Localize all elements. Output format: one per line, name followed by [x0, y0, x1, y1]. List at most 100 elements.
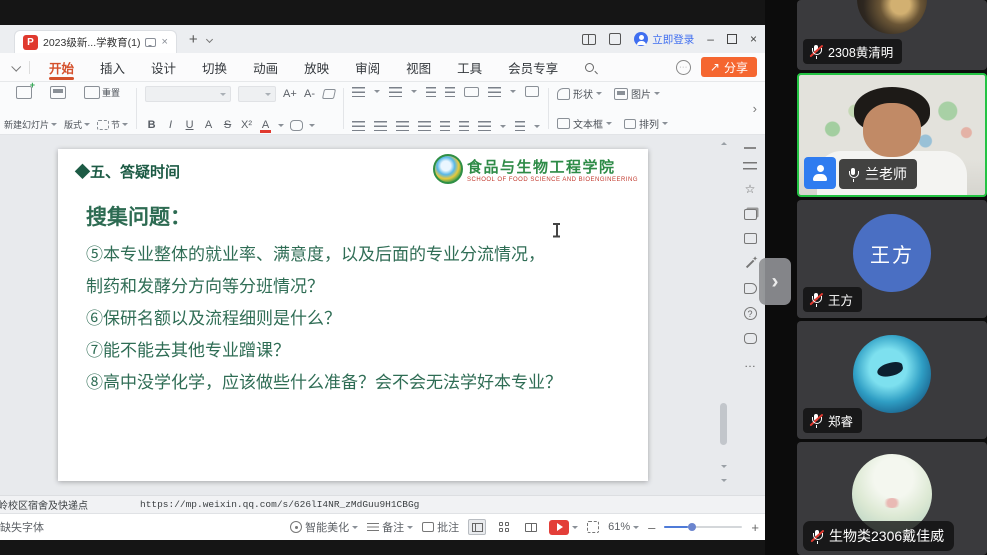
tab-view[interactable]: 视图	[393, 53, 444, 82]
tab-member[interactable]: 会员专享	[495, 53, 571, 82]
shapes-button[interactable]: 形状	[557, 86, 602, 101]
strikethrough-button[interactable]: S	[221, 119, 234, 131]
decrease-indent-icon[interactable]	[426, 87, 436, 97]
zoom-out-button[interactable]: –	[648, 520, 655, 535]
tab-tools[interactable]: 工具	[444, 53, 495, 82]
sort-text-icon[interactable]	[488, 87, 501, 97]
convert-smartart-icon[interactable]	[525, 86, 539, 97]
scrollbar-thumb[interactable]	[720, 403, 727, 445]
normal-view-button[interactable]	[468, 519, 486, 535]
arrange-button[interactable]: 排列	[624, 116, 668, 131]
tab-list-chevron-icon[interactable]	[206, 35, 213, 42]
clear-format-icon[interactable]	[322, 89, 336, 99]
tab-slideshow[interactable]: 放映	[291, 53, 342, 82]
zoom-slider[interactable]	[664, 526, 742, 528]
notes-url[interactable]: https://mp.weixin.qq.com/s/626lI4NR_zMdG…	[140, 499, 419, 510]
slide[interactable]: ◆五、答疑时间 食品与生物工程学院 SCHOOL OF FOOD SCIENCE…	[58, 149, 648, 481]
bold-button[interactable]: B	[145, 119, 158, 131]
new-slide-button[interactable]: 新建幻灯片	[4, 118, 57, 131]
line-spacing-icon[interactable]	[478, 121, 491, 131]
object-properties-icon[interactable]	[743, 162, 757, 170]
collapse-pane-icon[interactable]	[744, 147, 756, 149]
favorites-star-icon[interactable]: ☆	[743, 183, 757, 196]
distribute-icon[interactable]	[440, 121, 450, 131]
column-icon[interactable]	[459, 121, 469, 131]
profile-button[interactable]	[804, 157, 836, 189]
align-center-icon[interactable]	[374, 121, 387, 131]
participant-tile-huangqingming[interactable]: 2308黄清明	[797, 0, 987, 70]
share-button[interactable]: ↗ 分享	[701, 57, 757, 77]
new-tab-button[interactable]: +	[189, 31, 198, 48]
tab-home[interactable]: 开始	[36, 53, 87, 82]
previous-slide-icon[interactable]	[721, 465, 727, 471]
shrink-font-button[interactable]: A-	[303, 88, 316, 100]
tab-transition[interactable]: 切换	[189, 53, 240, 82]
tab-design[interactable]: 设计	[138, 53, 189, 82]
participant-tile-wangfang[interactable]: 王方 王方	[797, 200, 987, 318]
slide-section-title[interactable]: ◆五、答疑时间	[75, 161, 180, 182]
zoom-level[interactable]: 61%	[608, 521, 639, 533]
paragraph-spacing-icon[interactable]	[515, 121, 525, 131]
close-button[interactable]: ×	[750, 33, 757, 45]
skin-icon[interactable]	[744, 333, 757, 344]
resource-icon[interactable]	[744, 233, 757, 244]
tab-review[interactable]: 审阅	[342, 53, 393, 82]
fit-slide-button[interactable]	[587, 521, 599, 533]
shape-library-icon[interactable]	[744, 209, 757, 220]
grow-font-button[interactable]: A+	[283, 88, 296, 100]
text-direction-icon[interactable]	[464, 87, 479, 97]
slide-text-block[interactable]: 搜集问题： ⑤本专业整体的就业率、满意度，以及后面的专业分流情况， 制药和发酵分…	[86, 201, 628, 399]
zoom-slider-knob[interactable]	[688, 523, 696, 531]
italic-button[interactable]: I	[164, 119, 177, 131]
search-icon[interactable]	[585, 63, 594, 72]
increase-indent-icon[interactable]	[445, 87, 455, 97]
char-spacing-button[interactable]: A	[202, 119, 215, 131]
highlight-color-dropdown-icon[interactable]	[278, 124, 284, 130]
smart-beautify-wand-icon[interactable]	[743, 257, 757, 270]
layout-icon[interactable]	[50, 86, 66, 99]
tab-close-icon[interactable]: ×	[161, 37, 167, 48]
reset-button[interactable]: 重置	[84, 86, 120, 99]
participant-tile-lanlaoshi-active-speaker[interactable]: 兰老师	[797, 73, 987, 197]
bullet-list-icon[interactable]	[352, 87, 365, 97]
slide-sorter-button[interactable]	[495, 519, 513, 535]
align-right-icon[interactable]	[396, 121, 409, 131]
collapse-ribbon-chevron-icon[interactable]	[11, 61, 21, 71]
zoom-in-button[interactable]: +	[751, 520, 759, 535]
layout-button[interactable]: 版式	[64, 118, 90, 131]
reading-view-button[interactable]	[522, 519, 540, 535]
scroll-up-icon[interactable]	[721, 139, 727, 145]
more-options-icon[interactable]: …	[743, 357, 757, 370]
next-slide-icon[interactable]	[721, 479, 727, 485]
document-tab[interactable]: P 2023级新...学教育(1) ×	[14, 30, 177, 53]
justify-icon[interactable]	[418, 121, 431, 131]
notes-button[interactable]: 备注	[367, 519, 413, 535]
login-button[interactable]: 立即登录	[634, 32, 694, 47]
notes-strip[interactable]: 岭校区宿舍及快递点 https://mp.weixin.qq.com/s/626…	[0, 495, 765, 513]
ribbon-expand-chevron-icon[interactable]: ›	[749, 101, 761, 116]
font-name-select[interactable]	[145, 86, 231, 102]
superscript-button[interactable]: X²	[240, 119, 253, 131]
font-color-button[interactable]: A	[259, 119, 272, 131]
text-effects-icon[interactable]	[290, 120, 303, 131]
comment-button[interactable]: 批注	[422, 519, 459, 535]
tab-insert[interactable]: 插入	[87, 53, 138, 82]
workspace-icon[interactable]	[609, 33, 621, 45]
comment-bubble-icon[interactable]	[145, 38, 156, 47]
numbered-list-icon[interactable]	[389, 87, 402, 97]
font-size-select[interactable]	[238, 86, 276, 102]
expand-panel-button[interactable]: ›	[759, 258, 791, 305]
underline-button[interactable]: U	[183, 119, 196, 131]
smart-beautify-button[interactable]: 智能美化	[290, 519, 358, 535]
slide-canvas[interactable]: ◆五、答疑时间 食品与生物工程学院 SCHOOL OF FOOD SCIENCE…	[0, 135, 765, 495]
section-button[interactable]: 节	[97, 118, 128, 131]
design-library-icon[interactable]	[744, 283, 757, 294]
feedback-icon[interactable]: ···	[676, 60, 691, 75]
missing-font-warning[interactable]: 缺失字体	[0, 519, 44, 535]
new-slide-icon[interactable]	[16, 86, 32, 99]
restore-button[interactable]	[727, 34, 737, 44]
participant-tile-daijiawei[interactable]: 生物类2306戴佳威	[797, 442, 987, 555]
vertical-scrollbar[interactable]	[719, 135, 729, 495]
align-left-icon[interactable]	[352, 121, 365, 131]
tab-animation[interactable]: 动画	[240, 53, 291, 82]
